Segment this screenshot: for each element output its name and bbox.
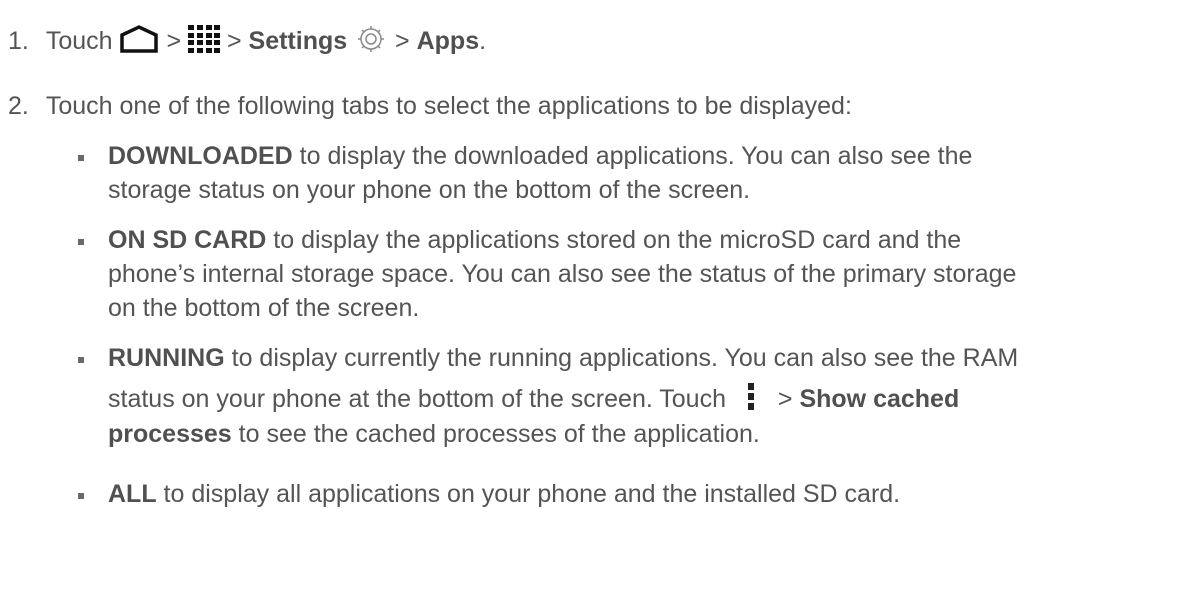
show-cached-label: Show cached (799, 385, 960, 414)
description: to display the downloaded applications. … (292, 142, 973, 170)
description-continued: storage status on your phone on the bott… (108, 176, 750, 205)
list-item-downloaded: DOWNLOADED to display the downloaded app… (108, 142, 972, 171)
apps-label: Apps (416, 27, 480, 56)
apps-grid-icon (188, 25, 220, 60)
settings-gear-icon (354, 24, 388, 61)
step-number: 1. (8, 27, 29, 56)
term: RUNNING (108, 344, 225, 372)
description: phone’s internal storage space. You can … (108, 260, 1017, 288)
description-continued: processes to see the cached processes of… (108, 420, 760, 449)
step-1: 1. Touch > > Settings > Apps. (8, 24, 486, 61)
description-continued: phone’s internal storage space. You can … (108, 260, 1016, 289)
description: to display currently the running applica… (224, 344, 1019, 372)
description: on the bottom of the screen. (108, 294, 420, 322)
term: DOWNLOADED (108, 142, 293, 170)
list-item-on-sd-card: ON SD CARD to display the applications s… (108, 226, 961, 255)
description: status on your phone at the bottom of th… (108, 385, 726, 414)
bullet-marker (78, 239, 84, 245)
step-2: 2. Touch one of the following tabs to se… (8, 92, 852, 121)
term: ALL (108, 480, 157, 508)
list-item-running: RUNNING to display currently the running… (108, 344, 1018, 373)
description-continued: status on your phone at the bottom of th… (108, 382, 959, 419)
separator: > (395, 27, 410, 56)
step-text: Touch (45, 27, 113, 56)
description: storage status on your phone on the bott… (108, 176, 751, 204)
description-continued: on the bottom of the screen. (108, 294, 419, 323)
processes-label: processes (108, 420, 232, 448)
settings-label: Settings (248, 27, 348, 56)
term: ON SD CARD (108, 226, 267, 254)
bullet-marker (78, 357, 84, 363)
bullet-marker (78, 155, 84, 161)
description: to display the applications stored on th… (266, 226, 962, 254)
separator: > (777, 385, 793, 414)
period: . (479, 27, 487, 56)
home-icon (119, 25, 159, 60)
step-number: 2. (8, 92, 29, 120)
description: to see the cached processes of the appli… (231, 420, 760, 448)
step-text: Touch one of the following tabs to selec… (45, 92, 852, 120)
description: to display all applications on your phon… (156, 480, 901, 508)
separator: > (166, 27, 182, 56)
separator: > (226, 27, 242, 56)
bullet-marker (78, 493, 84, 499)
list-item-all: ALL to display all applications on your … (108, 480, 900, 509)
menu-dots-icon (747, 382, 755, 419)
